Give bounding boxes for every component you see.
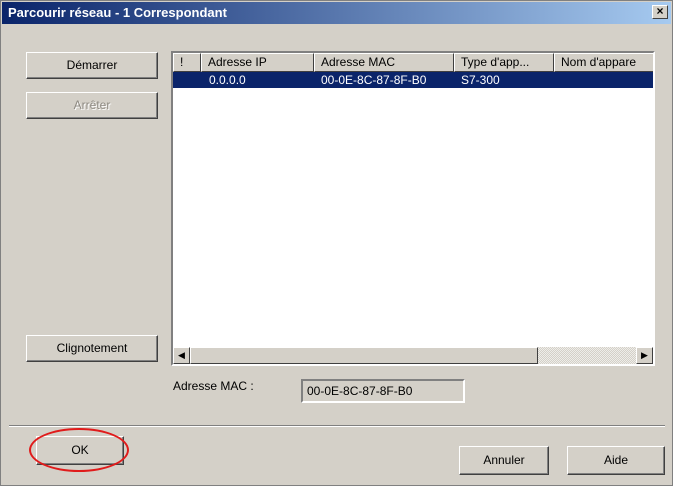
horizontal-scrollbar[interactable]: ◀ ▶	[173, 347, 653, 364]
column-header-flag[interactable]: !	[173, 53, 201, 72]
stop-button[interactable]: Arrêter	[26, 92, 158, 119]
column-header-name[interactable]: Nom d'appare	[554, 53, 653, 72]
window-title: Parcourir réseau - 1 Correspondant	[8, 5, 227, 20]
scroll-left-icon[interactable]: ◀	[173, 347, 190, 364]
device-list[interactable]: ! Adresse IP Adresse MAC Type d'app... N…	[171, 51, 655, 366]
help-button[interactable]: Aide	[567, 446, 665, 475]
cancel-button[interactable]: Annuler	[459, 446, 549, 475]
cell-ip: 0.0.0.0	[209, 73, 246, 87]
column-header-type[interactable]: Type d'app...	[454, 53, 554, 72]
list-header: ! Adresse IP Adresse MAC Type d'app... N…	[173, 53, 653, 72]
column-header-mac[interactable]: Adresse MAC	[314, 53, 454, 72]
blink-button[interactable]: Clignotement	[26, 335, 158, 362]
title-bar[interactable]: Parcourir réseau - 1 Correspondant ×	[2, 2, 671, 24]
table-row[interactable]: 0.0.0.0 00-0E-8C-87-8F-B0 S7-300	[173, 72, 653, 88]
mac-address-field: 00-0E-8C-87-8F-B0	[301, 379, 465, 403]
scroll-right-icon[interactable]: ▶	[636, 347, 653, 364]
column-header-ip[interactable]: Adresse IP	[201, 53, 314, 72]
scroll-thumb[interactable]	[190, 347, 538, 364]
dialog-window: Parcourir réseau - 1 Correspondant × Dém…	[0, 0, 673, 486]
start-button[interactable]: Démarrer	[26, 52, 158, 79]
close-button[interactable]: ×	[652, 5, 668, 19]
mac-address-label: Adresse MAC :	[173, 379, 254, 393]
cell-mac: 00-0E-8C-87-8F-B0	[321, 73, 427, 87]
ok-button[interactable]: OK	[36, 436, 124, 465]
footer-separator	[9, 425, 665, 427]
cell-type: S7-300	[461, 73, 500, 87]
close-icon: ×	[656, 4, 664, 18]
